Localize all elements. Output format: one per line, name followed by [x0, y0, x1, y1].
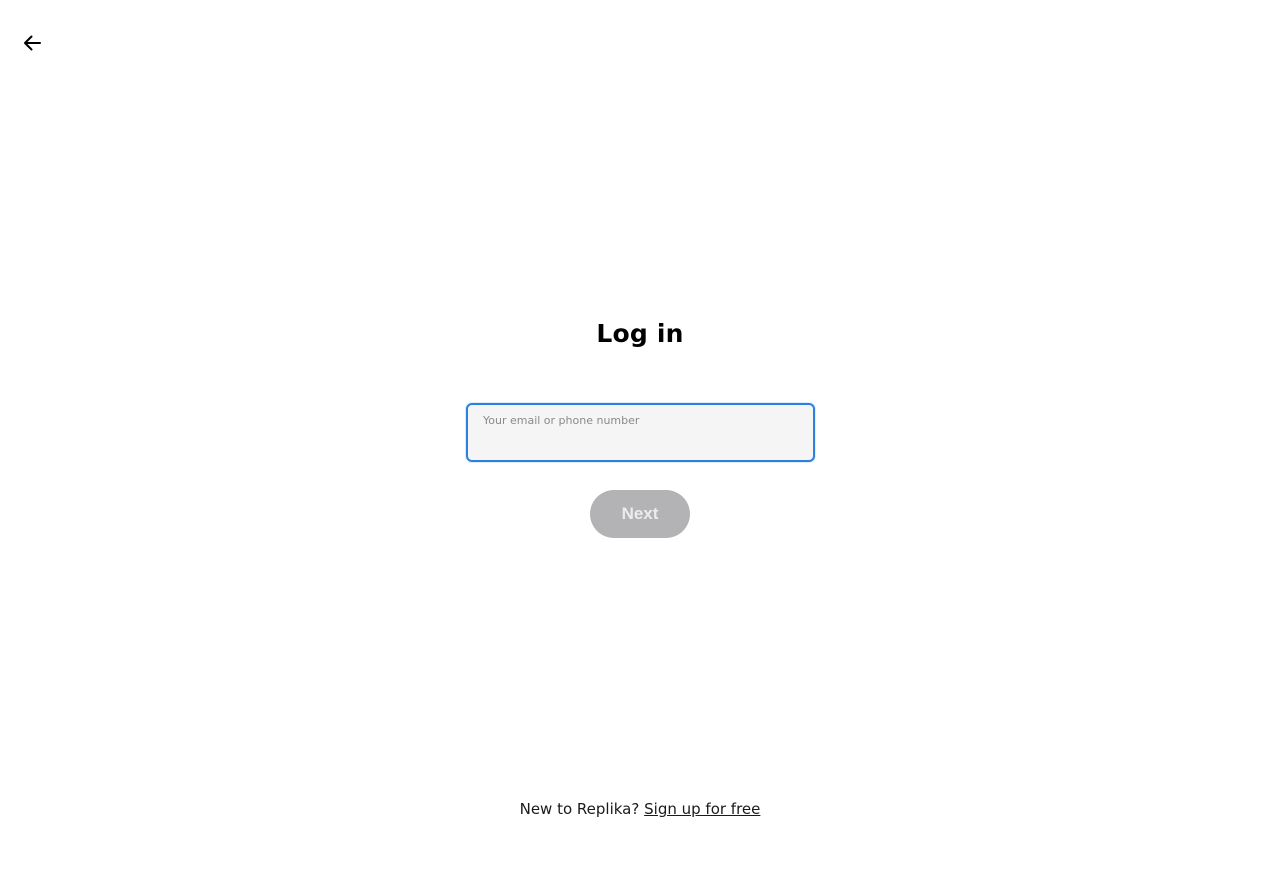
arrow-left-icon: [22, 33, 42, 56]
signup-link[interactable]: Sign up for free: [644, 800, 760, 818]
email-or-phone-field[interactable]: Your email or phone number: [466, 403, 815, 462]
signup-prompt-text: New to Replika?: [519, 800, 640, 818]
back-button[interactable]: [16, 28, 48, 60]
email-or-phone-label: Your email or phone number: [483, 414, 640, 427]
signup-prompt: New to Replika? Sign up for free: [0, 798, 1280, 820]
login-page: Log in Your email or phone number Next N…: [0, 0, 1280, 869]
email-or-phone-input[interactable]: [482, 431, 797, 455]
page-title: Log in: [596, 319, 684, 348]
next-button[interactable]: Next: [590, 490, 690, 538]
